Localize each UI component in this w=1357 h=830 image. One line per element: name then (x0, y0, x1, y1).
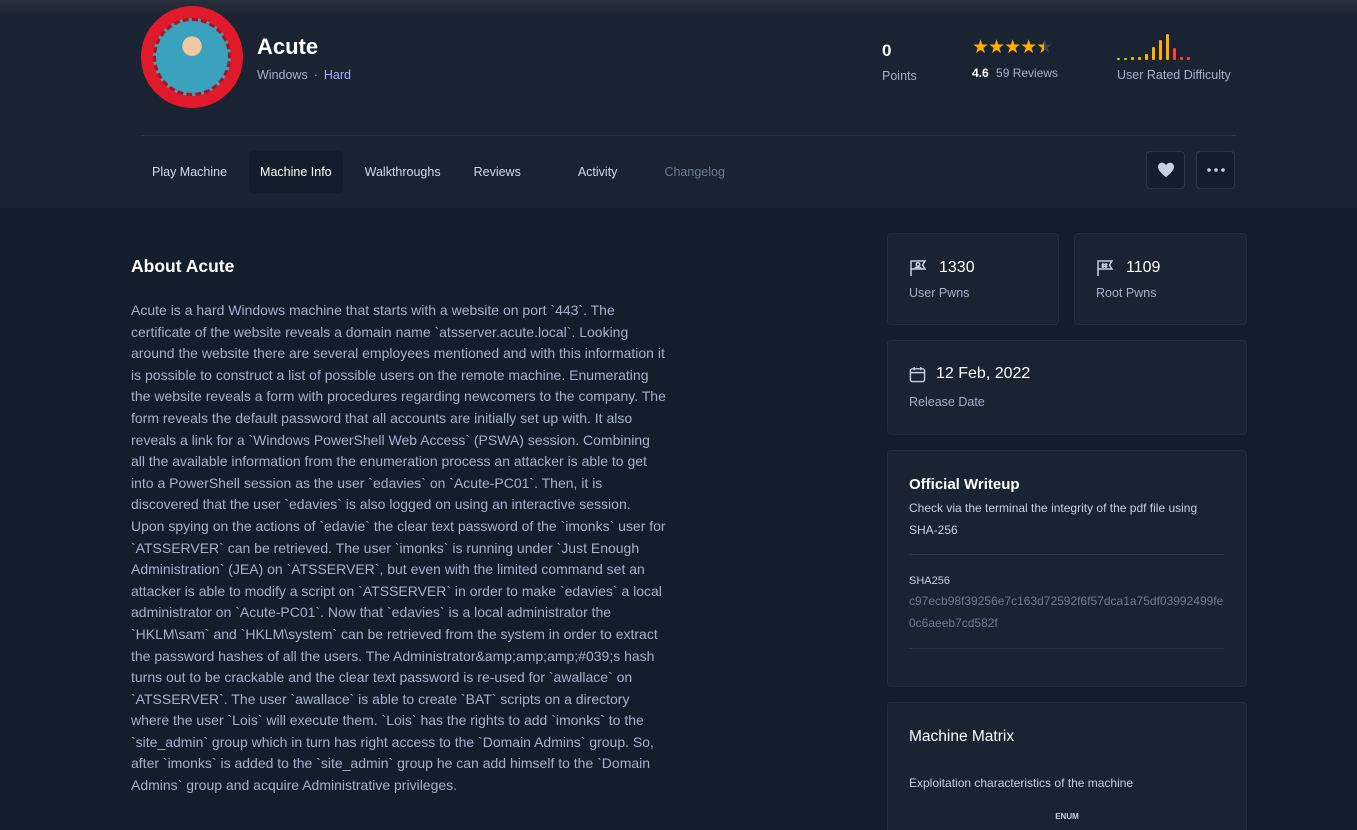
tab-activity[interactable]: Activity (567, 151, 629, 193)
rating-stat[interactable]: ★★★★★ 4.6 59 Reviews (972, 38, 1058, 81)
points-value: 0 (882, 41, 892, 60)
difficulty-bar (1138, 57, 1141, 60)
header-divider (141, 135, 1236, 136)
machine-tabs: Play Machine Machine Info Walkthroughs R… (141, 151, 747, 193)
tab-walkthroughs[interactable]: Walkthroughs (354, 151, 452, 193)
machine-os: Windows (257, 68, 308, 82)
machine-avatar (141, 6, 243, 108)
user-rated-difficulty: User Rated Difficulty (1117, 30, 1231, 82)
difficulty-bar (1187, 57, 1190, 60)
reviews-count[interactable]: 59 Reviews (996, 66, 1058, 80)
root-pwns-card: 1109 Root Pwns (1074, 233, 1247, 325)
user-pwns-card: 1330 User Pwns (887, 233, 1059, 325)
star-icon: ★ (1004, 37, 1021, 58)
release-date-card: 12 Feb, 2022 Release Date (887, 340, 1247, 435)
release-date-label: Release Date (909, 395, 985, 409)
writeup-divider (909, 554, 1224, 555)
more-icon (1206, 168, 1225, 172)
root-flag-icon (1097, 260, 1114, 276)
tab-machine-info[interactable]: Machine Info (249, 151, 343, 193)
writeup-title: Official Writeup (909, 476, 1020, 493)
difficulty-bar (1159, 40, 1162, 60)
difficulty-bar (1124, 58, 1127, 60)
tab-changelog[interactable]: Changelog (653, 151, 735, 193)
difficulty-bar (1145, 54, 1148, 60)
writeup-divider (909, 648, 1224, 649)
official-writeup-card: Official Writeup Check via the terminal … (887, 450, 1247, 687)
user-flag-icon (910, 260, 927, 276)
user-rated-difficulty-label: User Rated Difficulty (1117, 68, 1231, 82)
meta-separator: · (313, 68, 318, 82)
points-stat: 0 Points (882, 41, 917, 83)
matrix-title: Machine Matrix (909, 728, 1015, 745)
difficulty-bar (1180, 57, 1183, 60)
matrix-description: Exploitation characteristics of the mach… (909, 776, 1134, 790)
star-half-icon: ★ (1036, 37, 1053, 58)
points-label: Points (882, 69, 917, 83)
user-pwns-label: User Pwns (909, 286, 970, 300)
calendar-icon (909, 366, 926, 382)
difficulty-bar (1131, 57, 1134, 60)
sha-label: SHA256 (909, 575, 950, 587)
machine-name: Acute (257, 34, 319, 59)
difficulty-bar (1152, 47, 1155, 60)
difficulty-bar (1117, 58, 1120, 60)
favorite-button[interactable] (1146, 151, 1185, 189)
star-icon: ★ (988, 37, 1005, 58)
writeup-description: Check via the terminal the integrity of … (909, 501, 1198, 537)
about-title: About Acute (131, 256, 235, 276)
more-options-button[interactable] (1196, 151, 1235, 189)
user-pwns-value: 1330 (939, 259, 975, 276)
release-date-value: 12 Feb, 2022 (936, 365, 1031, 382)
about-description: Acute is a hard Windows machine that sta… (131, 302, 666, 794)
rating-value: 4.6 (972, 66, 989, 80)
machine-meta: Windows · Hard (257, 68, 351, 82)
machine-matrix-card: Machine Matrix Exploitation characterist… (887, 702, 1247, 830)
difficulty-bar (1173, 48, 1176, 60)
root-pwns-value: 1109 (1126, 259, 1161, 276)
difficulty-bars (1117, 30, 1231, 60)
matrix-axis-label: ENUM (1055, 812, 1079, 821)
tab-play-machine[interactable]: Play Machine (141, 151, 238, 193)
root-pwns-label: Root Pwns (1096, 286, 1157, 300)
rating-stars: ★★★★★ (972, 38, 1058, 58)
machine-difficulty[interactable]: Hard (324, 68, 351, 82)
tab-reviews[interactable]: Reviews (463, 151, 532, 193)
sha-value[interactable]: c97ecb98f39256e7c163d72592f6f57dca1a75df… (909, 590, 1224, 634)
star-icon: ★ (1020, 37, 1037, 58)
difficulty-bar (1166, 34, 1169, 60)
heart-icon (1157, 162, 1174, 178)
star-icon: ★ (972, 37, 989, 58)
